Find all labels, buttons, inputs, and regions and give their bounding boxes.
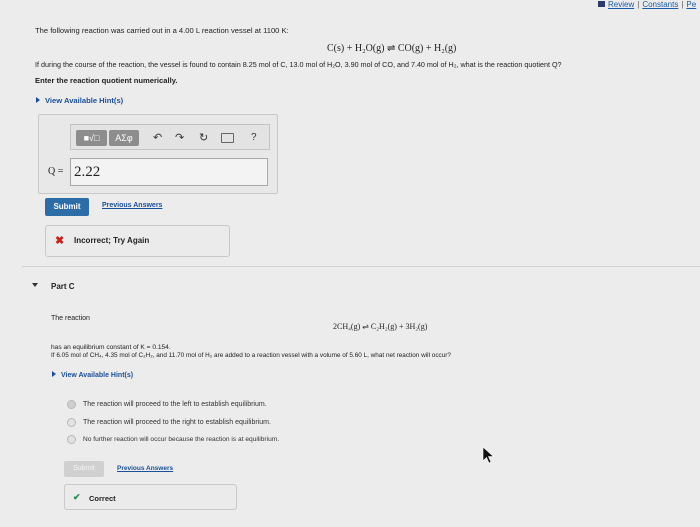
part-c-label[interactable]: Part C — [51, 282, 75, 291]
option-radio-none[interactable] — [67, 435, 76, 444]
view-hints-label: View Available Hint(s) — [45, 96, 124, 105]
part-c-submit-button[interactable]: Submit — [64, 461, 104, 477]
review-icon — [598, 1, 605, 7]
constants-link[interactable]: Constants — [642, 0, 678, 9]
templates-button[interactable]: ■√□ — [76, 130, 107, 146]
review-link[interactable]: Review — [608, 0, 634, 9]
part-c-intro: The reaction — [51, 315, 90, 322]
part-c-previous-answers-link[interactable]: Previous Answers — [117, 465, 173, 472]
option-text-right[interactable]: The reaction will proceed to the right t… — [83, 419, 271, 426]
feedback-text: Incorrect; Try Again — [74, 236, 150, 245]
top-links: Review | Constants | Pe — [598, 0, 696, 9]
option-text-left[interactable]: The reaction will proceed to the left to… — [83, 401, 267, 408]
answer-input[interactable]: 2.22 — [70, 158, 268, 186]
option-radio-right[interactable] — [67, 418, 76, 427]
submit-button[interactable]: Submit — [45, 198, 89, 216]
answer-label: Q = — [48, 166, 64, 177]
reset-icon[interactable]: ↻ — [199, 131, 208, 145]
undo-icon[interactable]: ↶ — [153, 131, 162, 145]
expand-triangle-icon — [36, 97, 40, 103]
question-prompt-line1: The following reaction was carried out i… — [35, 26, 289, 35]
help-button[interactable]: ? — [251, 131, 257, 145]
periodic-table-link[interactable]: Pe — [686, 0, 696, 9]
part-c-reaction: 2CH₄(g) ⇌ C₂H₂(g) + 3H₂(g) — [333, 322, 428, 331]
instruction-text: Enter the reaction quotient numerically. — [35, 76, 178, 85]
option-radio-left[interactable] — [67, 400, 76, 409]
keyboard-icon[interactable] — [221, 133, 234, 143]
collapse-caret-icon[interactable] — [32, 283, 38, 287]
part-c-line2: If 6.05 mol of CH₄, 4.35 mol of C₂H₂, an… — [51, 352, 451, 359]
symbols-button[interactable]: AΣφ — [109, 130, 139, 146]
part-divider — [22, 266, 700, 267]
math-toolbar: ■√□ AΣφ ↶ ↷ ↻ ? — [70, 124, 270, 150]
redo-icon[interactable]: ↷ — [175, 131, 184, 145]
checkmark-icon: ✔ — [73, 492, 81, 502]
view-hints-link[interactable]: View Available Hint(s) — [36, 96, 123, 105]
incorrect-x-icon: ✖ — [55, 235, 65, 247]
part-c-line1: has an equilibrium constant of K = 0.154… — [51, 344, 171, 351]
option-text-none[interactable]: No further reaction will occur because t… — [83, 436, 279, 443]
part-c-view-hints-label: View Available Hint(s) — [61, 372, 134, 379]
part-c-view-hints-link[interactable]: View Available Hint(s) — [52, 371, 133, 379]
reaction-equation: C(s) + H₂O(g) ⇌ CO(g) + H₂(g) — [327, 43, 457, 54]
part-c-feedback-text: Correct — [89, 494, 116, 503]
mouse-cursor-icon — [482, 446, 495, 464]
previous-answers-link[interactable]: Previous Answers — [102, 202, 162, 209]
question-prompt-line2: If during the course of the reaction, th… — [35, 60, 562, 69]
expand-triangle-icon — [52, 371, 56, 377]
